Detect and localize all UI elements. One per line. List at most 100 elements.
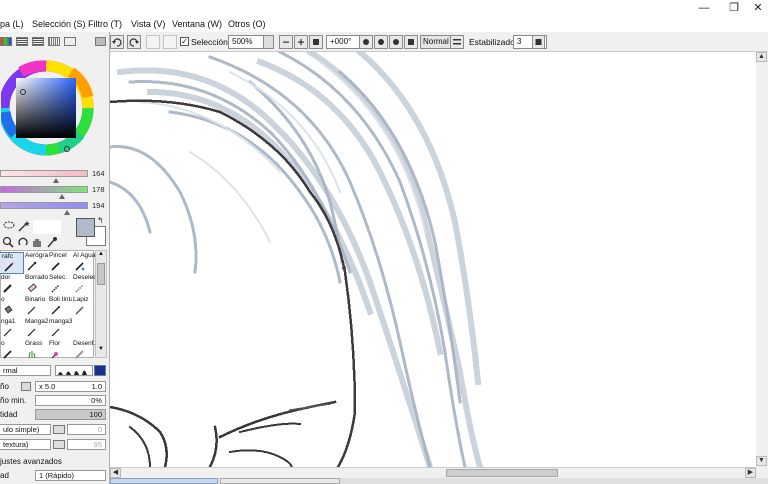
density-row: tidad 100: [0, 409, 108, 422]
menu-view[interactable]: Vista (V): [131, 19, 165, 29]
tool-label: Grass: [25, 340, 43, 347]
tool-deselect-brush-7[interactable]: Deselec.: [69, 274, 96, 296]
canvas-vertical-scrollbar[interactable]: ▲ ▼: [756, 52, 768, 467]
rgb-mode-icon[interactable]: [16, 37, 28, 46]
scroll-right-arrow-icon[interactable]: ▶: [745, 468, 756, 478]
shape-dropdown-icon[interactable]: [53, 425, 65, 434]
redo-icon[interactable]: [127, 35, 141, 49]
density-label: tidad: [0, 410, 18, 419]
scroll-up-arrow-icon[interactable]: ▲: [756, 52, 767, 62]
eyedropper-icon[interactable]: [46, 236, 58, 248]
hand-tool-icon[interactable]: [31, 236, 43, 248]
menu-filter[interactable]: Filtro (T): [88, 19, 122, 29]
shape-select[interactable]: ulo simple): [0, 424, 51, 435]
document-tab[interactable]: [220, 478, 340, 484]
texture-select[interactable]: textura): [0, 439, 51, 450]
advanced-row[interactable]: justes avanzados: [0, 457, 108, 470]
canvas-horizontal-scrollbar[interactable]: ◀ ▶: [110, 467, 756, 478]
advanced-settings-label[interactable]: justes avanzados: [0, 457, 62, 466]
swap-colors-icon[interactable]: ↰: [97, 217, 107, 225]
tools-scrollbar[interactable]: ▲ ▼: [95, 250, 107, 358]
tool-manga-pen-13[interactable]: Manga2: [21, 318, 48, 340]
size-value: 1.0: [91, 382, 102, 391]
tool-label: Selec.: [49, 274, 68, 281]
red-slider-knob[interactable]: [53, 178, 60, 183]
minimize-icon[interactable]: —: [694, 1, 714, 15]
deselect-button[interactable]: [146, 35, 160, 49]
mixer-mode-icon[interactable]: [64, 37, 76, 46]
tool-blur-19[interactable]: Desenf.: [69, 340, 96, 362]
zoom-in-icon[interactable]: [294, 35, 308, 49]
tool-flower-18[interactable]: Flor: [45, 340, 72, 362]
tool-brush-2[interactable]: Pincel: [45, 252, 72, 274]
zoom-dropdown-icon[interactable]: [263, 35, 274, 49]
menu-other[interactable]: Otros (O): [228, 19, 266, 29]
stabilizer-dropdown-icon[interactable]: [532, 35, 545, 49]
rotate-tool-icon[interactable]: [17, 236, 29, 248]
brush-blend-select[interactable]: rmal: [0, 365, 51, 376]
tool-binary-pen-9[interactable]: Binario: [21, 296, 48, 318]
tools-scroll-thumb[interactable]: [97, 263, 105, 285]
invert-selection-button[interactable]: [163, 35, 177, 49]
tool-label: Al Agua: [73, 252, 96, 259]
menu-window[interactable]: Ventana (W): [172, 19, 222, 29]
quality-select[interactable]: 1 (Rápido): [35, 470, 106, 481]
tool-select-brush-6[interactable]: Selec.: [45, 274, 72, 296]
primary-color-swatch[interactable]: [76, 218, 95, 237]
blur-icon: [75, 349, 85, 359]
zoom-tool-icon[interactable]: [2, 236, 14, 248]
palette-mode-icon[interactable]: [48, 37, 60, 46]
top-toolbar: ✓ Selección 500% +000° Normal Estabiliza…: [110, 32, 768, 52]
restore-icon[interactable]: ❐: [724, 1, 744, 15]
tool-ink-pen-10[interactable]: Boli tinta: [45, 296, 72, 318]
rotate-right-icon[interactable]: [374, 35, 388, 49]
zoom-reset-icon[interactable]: [309, 35, 323, 49]
horizontal-scroll-thumb[interactable]: [446, 469, 558, 477]
brush-shape-selector[interactable]: [55, 365, 93, 376]
tool-pencil-11[interactable]: Lapiz: [69, 296, 96, 318]
flip-icon[interactable]: [404, 35, 418, 49]
rotation-field[interactable]: +000°: [326, 35, 360, 49]
green-slider-knob[interactable]: [58, 194, 65, 199]
menu-bar: pa (L) Selección (S) Filtro (T) Vista (V…: [0, 0, 768, 32]
panel-menu-icon[interactable]: [95, 37, 106, 46]
menu-selection[interactable]: Selección (S): [32, 19, 86, 29]
size-field[interactable]: x 5.0 1.0: [35, 381, 106, 392]
tool-airbrush-1[interactable]: Aerógraf: [21, 252, 48, 274]
blue-slider[interactable]: [0, 202, 88, 209]
red-slider[interactable]: [0, 170, 88, 177]
color-wheel[interactable]: [0, 52, 99, 164]
scroll-down-icon[interactable]: ▼: [97, 346, 105, 356]
green-slider[interactable]: [0, 186, 88, 193]
antialias-icon[interactable]: [450, 35, 464, 49]
tool-watercolor-3[interactable]: Al Agua: [69, 252, 96, 274]
zoom-out-icon[interactable]: [279, 35, 293, 49]
size-lock-icon[interactable]: [21, 382, 31, 391]
undo-icon[interactable]: [110, 35, 124, 49]
tool-grass-17[interactable]: Grass: [21, 340, 48, 362]
magic-wand-icon[interactable]: [17, 220, 31, 232]
texture-strength[interactable]: 95: [67, 439, 106, 450]
density-bar[interactable]: 100: [35, 409, 106, 420]
scroll-down-arrow-icon[interactable]: ▼: [756, 456, 767, 466]
rotate-reset-icon[interactable]: [389, 35, 403, 49]
shape-strength[interactable]: 0: [67, 424, 106, 435]
hsv-mode-icon[interactable]: [32, 37, 44, 46]
document-tab-active[interactable]: [110, 478, 218, 484]
hard-edge-icon[interactable]: [94, 365, 106, 376]
blue-slider-knob[interactable]: [63, 210, 70, 215]
min-size-field[interactable]: 0%: [35, 395, 106, 406]
scroll-left-arrow-icon[interactable]: ◀: [110, 468, 121, 478]
menu-layer[interactable]: pa (L): [0, 19, 24, 29]
tool-manga-pen-14[interactable]: manga3: [45, 318, 72, 340]
selection-checkbox[interactable]: ✓: [180, 37, 189, 46]
drawing-canvas[interactable]: [110, 52, 768, 467]
texture-dropdown-icon[interactable]: [53, 440, 65, 449]
tool-eraser-5[interactable]: Borrador: [21, 274, 48, 296]
color-wheel-mode-icon[interactable]: [0, 37, 12, 46]
close-icon[interactable]: ✕: [748, 1, 768, 15]
scroll-up-icon[interactable]: ▲: [97, 251, 105, 261]
rotate-left-icon[interactable]: [359, 35, 373, 49]
lasso-icon[interactable]: [2, 220, 16, 232]
blend-mode-button[interactable]: Normal: [420, 35, 452, 49]
